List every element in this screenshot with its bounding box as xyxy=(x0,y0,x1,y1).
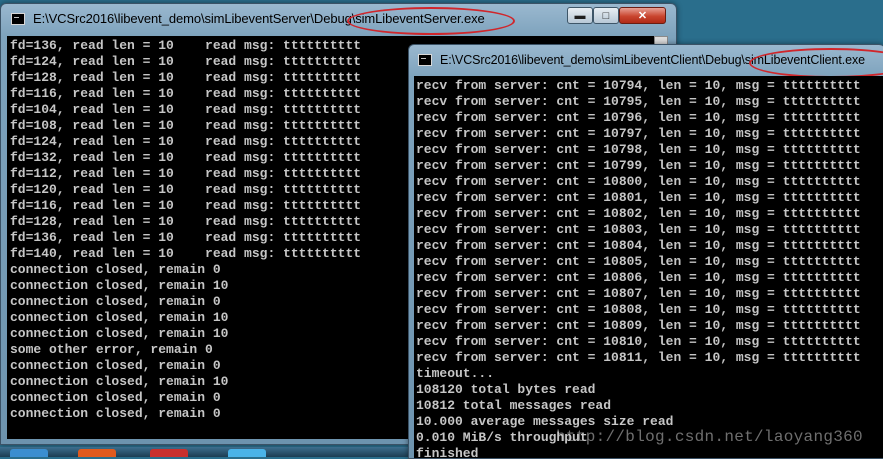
console-line: recv from server: cnt = 10802, len = 10,… xyxy=(416,206,861,221)
console-line: finished xyxy=(416,446,479,458)
watermark-text: http://blog.csdn.net/laoyang360 xyxy=(556,428,863,446)
maximize-button[interactable]: □ xyxy=(593,7,619,24)
taskbar-app-icon[interactable] xyxy=(78,449,116,457)
console-line: recv from server: cnt = 10804, len = 10,… xyxy=(416,238,861,253)
console-line: recv from server: cnt = 10810, len = 10,… xyxy=(416,334,861,349)
console-line: recv from server: cnt = 10808, len = 10,… xyxy=(416,302,861,317)
minimize-button[interactable]: ▬ xyxy=(567,7,593,24)
console-line: recv from server: cnt = 10799, len = 10,… xyxy=(416,158,861,173)
console-line: recv from server: cnt = 10811, len = 10,… xyxy=(416,350,861,365)
console-line: recv from server: cnt = 10806, len = 10,… xyxy=(416,270,861,285)
client-console-output[interactable]: recv from server: cnt = 10794, len = 10,… xyxy=(414,76,883,458)
console-app-icon[interactable] xyxy=(418,54,432,66)
console-line: timeout... xyxy=(416,366,495,381)
console-line: recv from server: cnt = 10800, len = 10,… xyxy=(416,174,861,189)
console-line: recv from server: cnt = 10794, len = 10,… xyxy=(416,78,861,93)
console-line: recv from server: cnt = 10809, len = 10,… xyxy=(416,318,861,333)
console-line: recv from server: cnt = 10798, len = 10,… xyxy=(416,142,861,157)
console-line: 10812 total messages read xyxy=(416,398,612,413)
console-line: recv from server: cnt = 10795, len = 10,… xyxy=(416,94,861,109)
server-titlebar[interactable]: E:\VCSrc2016\libevent_demo\simLibeventSe… xyxy=(1,4,676,35)
console-app-icon[interactable] xyxy=(11,13,25,25)
console-line: recv from server: cnt = 10807, len = 10,… xyxy=(416,286,861,301)
console-line: 108120 total bytes read xyxy=(416,382,596,397)
console-line: recv from server: cnt = 10805, len = 10,… xyxy=(416,254,861,269)
client-titlebar[interactable]: E:\VCSrc2016\libevent_demo\simLibeventCl… xyxy=(409,45,883,78)
console-line: recv from server: cnt = 10796, len = 10,… xyxy=(416,110,861,125)
console-line: recv from server: cnt = 10801, len = 10,… xyxy=(416,190,861,205)
console-line: recv from server: cnt = 10803, len = 10,… xyxy=(416,222,861,237)
client-window-title: E:\VCSrc2016\libevent_demo\simLibeventCl… xyxy=(440,53,865,67)
taskbar-app-icon[interactable] xyxy=(10,449,48,457)
client-console-window: E:\VCSrc2016\libevent_demo\simLibeventCl… xyxy=(408,44,883,459)
server-window-title: E:\VCSrc2016\libevent_demo\simLibeventSe… xyxy=(33,11,485,26)
taskbar-app-icon[interactable] xyxy=(228,449,266,457)
console-line: recv from server: cnt = 10797, len = 10,… xyxy=(416,126,861,141)
close-button[interactable]: ✕ xyxy=(619,7,666,24)
taskbar-app-icon[interactable] xyxy=(150,449,188,457)
